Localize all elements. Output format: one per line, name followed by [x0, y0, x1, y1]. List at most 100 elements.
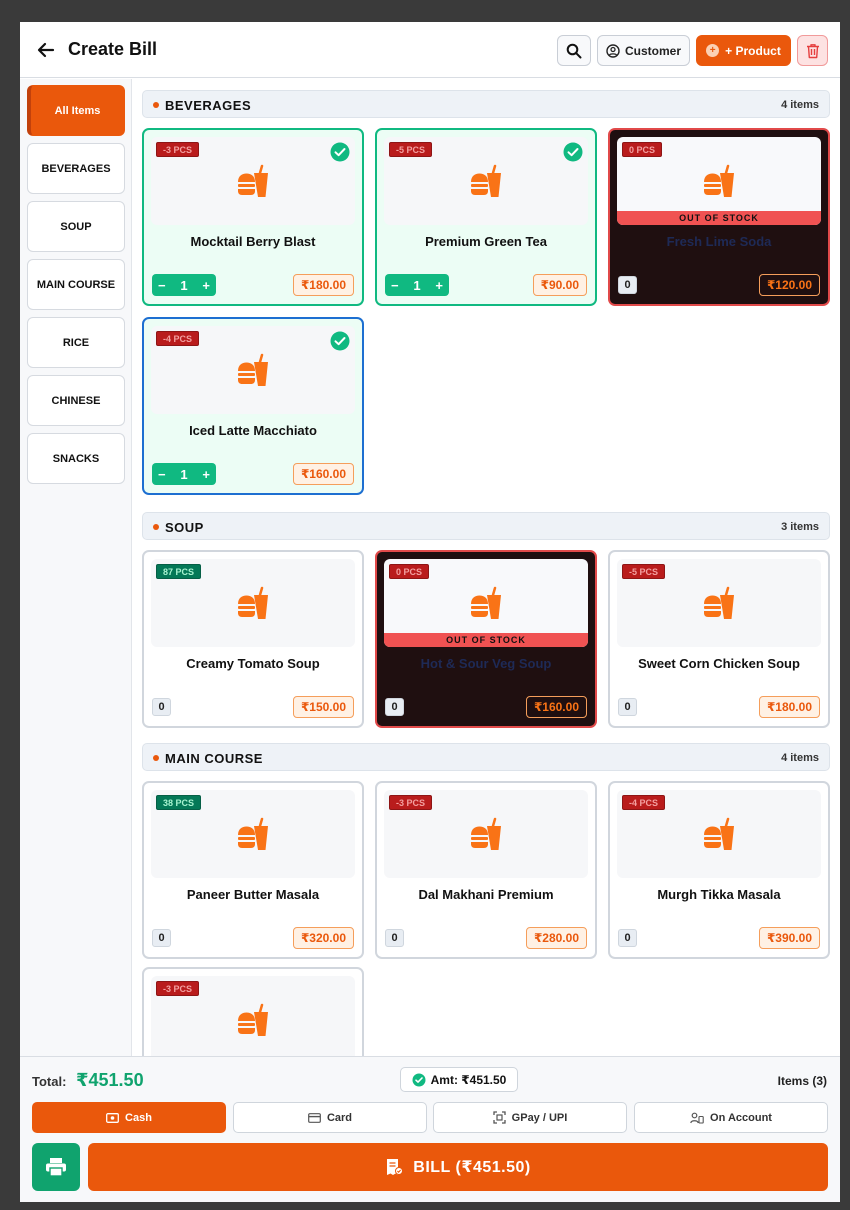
product-price: ₹150.00	[292, 696, 354, 718]
clear-bill-button[interactable]	[797, 35, 828, 66]
stock-badge: -4 PCS	[156, 331, 200, 346]
product-card[interactable]: 38 PCS Paneer Butter Masala 0 ₹320.00	[142, 781, 364, 959]
product-name: Iced Latte Macchiato	[189, 423, 317, 438]
customer-button[interactable]: Customer	[597, 35, 690, 66]
product-card[interactable]: -4 PCS Iced Latte Macchiato −1 + ₹160.00	[142, 317, 364, 495]
bill-button[interactable]: BILL (₹451.50)	[88, 1143, 828, 1191]
trash-icon	[806, 43, 819, 58]
quantity-value: 1	[413, 277, 421, 293]
section-dot-icon	[153, 755, 159, 761]
product-name: Murgh Tikka Masala	[657, 887, 781, 902]
product-name: Mocktail Berry Blast	[190, 234, 316, 249]
product-price: ₹180.00	[758, 696, 820, 718]
section-count: 4 items	[781, 99, 819, 111]
category-beverages[interactable]: BEVERAGES	[27, 143, 125, 194]
section-dot-icon	[153, 102, 159, 108]
quantity-value: 0	[385, 929, 404, 947]
payment-label: Cash	[125, 1111, 152, 1124]
section-title: BEVERAGES	[165, 98, 252, 113]
product-price: ₹390.00	[758, 927, 820, 949]
section-count: 4 items	[781, 752, 819, 764]
payment-card-button[interactable]: Card	[233, 1102, 427, 1133]
product-price: ₹120.00	[758, 274, 820, 296]
product-name: Premium Green Tea	[425, 234, 547, 249]
print-button[interactable]	[32, 1143, 80, 1191]
product-card[interactable]: -3 PCS	[142, 967, 364, 1056]
add-product-button[interactable]: + + Product	[696, 35, 791, 66]
payment-label: On Account	[710, 1111, 772, 1124]
user-circle-icon	[606, 43, 620, 58]
stock-badge: 0 PCS	[389, 564, 430, 579]
food-icon	[471, 817, 501, 850]
section-count: 3 items	[781, 521, 819, 533]
minus-icon[interactable]: −	[158, 278, 166, 293]
product-card[interactable]: -3 PCS Mocktail Berry Blast −1 + ₹180.00	[142, 128, 364, 306]
category-snacks[interactable]: SNACKS	[27, 433, 125, 484]
credit-card-icon	[308, 1112, 321, 1123]
bill-label: BILL (₹451.50)	[413, 1159, 531, 1176]
payment-cash-button[interactable]: Cash	[32, 1102, 226, 1133]
plus-icon[interactable]: +	[202, 278, 210, 293]
section-header-main-course: MAIN COURSE 4 items	[142, 743, 830, 771]
food-icon	[238, 1003, 268, 1036]
quantity-value: 0	[152, 929, 171, 947]
search-icon	[566, 43, 582, 58]
page-title: Create Bill	[68, 39, 158, 59]
check-circle-icon	[330, 142, 350, 162]
product-price: ₹90.00	[532, 274, 587, 296]
product-name: Sweet Corn Chicken Soup	[638, 656, 800, 671]
payment-label: Card	[326, 1111, 353, 1124]
plus-circle-icon: +	[706, 44, 720, 57]
product-name: Fresh Lime Soda	[666, 234, 772, 249]
check-circle-icon	[412, 1073, 426, 1086]
section-dot-icon	[153, 524, 159, 530]
food-icon	[238, 353, 268, 386]
top-bar: Create Bill Customer + + Product	[20, 22, 840, 78]
product-price: ₹160.00	[292, 463, 354, 485]
stock-badge: -3 PCS	[156, 142, 200, 157]
plus-icon[interactable]: +	[435, 278, 443, 293]
minus-icon[interactable]: −	[158, 467, 166, 482]
product-card-out-of-stock[interactable]: OUT OF STOCK 0 PCS Hot & Sour Veg Soup 0…	[375, 550, 597, 728]
quantity-value: 0	[618, 929, 637, 947]
quantity-stepper[interactable]: −1 +	[152, 463, 216, 485]
section-header-beverages: BEVERAGES 4 items	[142, 90, 830, 118]
search-button[interactable]	[557, 35, 591, 66]
food-icon	[238, 164, 268, 197]
product-card-out-of-stock[interactable]: OUT OF STOCK 0 PCS Fresh Lime Soda 0 ₹12…	[608, 128, 830, 306]
stock-badge: -3 PCS	[156, 981, 200, 996]
product-name: Creamy Tomato Soup	[186, 656, 320, 671]
quantity-value: 0	[618, 698, 637, 716]
payment-upi-button[interactable]: GPay / UPI	[433, 1102, 627, 1133]
food-icon	[238, 586, 268, 619]
category-rice[interactable]: RICE	[27, 317, 125, 368]
stock-badge: -3 PCS	[389, 795, 433, 810]
quantity-stepper[interactable]: −1 +	[152, 274, 216, 296]
product-price: ₹180.00	[292, 274, 354, 296]
product-card[interactable]: -3 PCS Dal Makhani Premium 0 ₹280.00	[375, 781, 597, 959]
product-card[interactable]: -5 PCS Sweet Corn Chicken Soup 0 ₹180.00	[608, 550, 830, 728]
stock-badge: -5 PCS	[389, 142, 433, 157]
product-name: Paneer Butter Masala	[186, 887, 320, 902]
category-chinese[interactable]: CHINESE	[27, 375, 125, 426]
category-all-items[interactable]: All Items	[27, 85, 125, 136]
quantity-stepper[interactable]: −1 +	[385, 274, 449, 296]
add-product-label: + Product	[725, 43, 781, 58]
quantity-value: 0	[152, 698, 171, 716]
section-title: SOUP	[165, 520, 204, 535]
product-card[interactable]: -4 PCS Murgh Tikka Masala 0 ₹390.00	[608, 781, 830, 959]
category-main-course[interactable]: MAIN COURSE	[27, 259, 125, 310]
cash-icon	[106, 1112, 119, 1123]
payment-on-account-button[interactable]: On Account	[634, 1102, 828, 1133]
category-soup[interactable]: SOUP	[27, 201, 125, 252]
product-card[interactable]: 87 PCS Creamy Tomato Soup 0 ₹150.00	[142, 550, 364, 728]
product-grid: BEVERAGES 4 items -3 PCS Mocktail Berry …	[133, 79, 840, 1056]
back-arrow-icon[interactable]	[36, 40, 56, 60]
minus-icon[interactable]: −	[391, 278, 399, 293]
plus-icon[interactable]: +	[202, 467, 210, 482]
bill-footer: Total: ₹451.50 Amt: ₹451.50 Items (3) Ca…	[20, 1056, 840, 1202]
product-name: Hot & Sour Veg Soup	[420, 656, 552, 671]
product-card[interactable]: -5 PCS Premium Green Tea −1 + ₹90.00	[375, 128, 597, 306]
product-price: ₹280.00	[525, 927, 587, 949]
create-bill-screen: Create Bill Customer + + Product All Ite…	[20, 22, 840, 1202]
